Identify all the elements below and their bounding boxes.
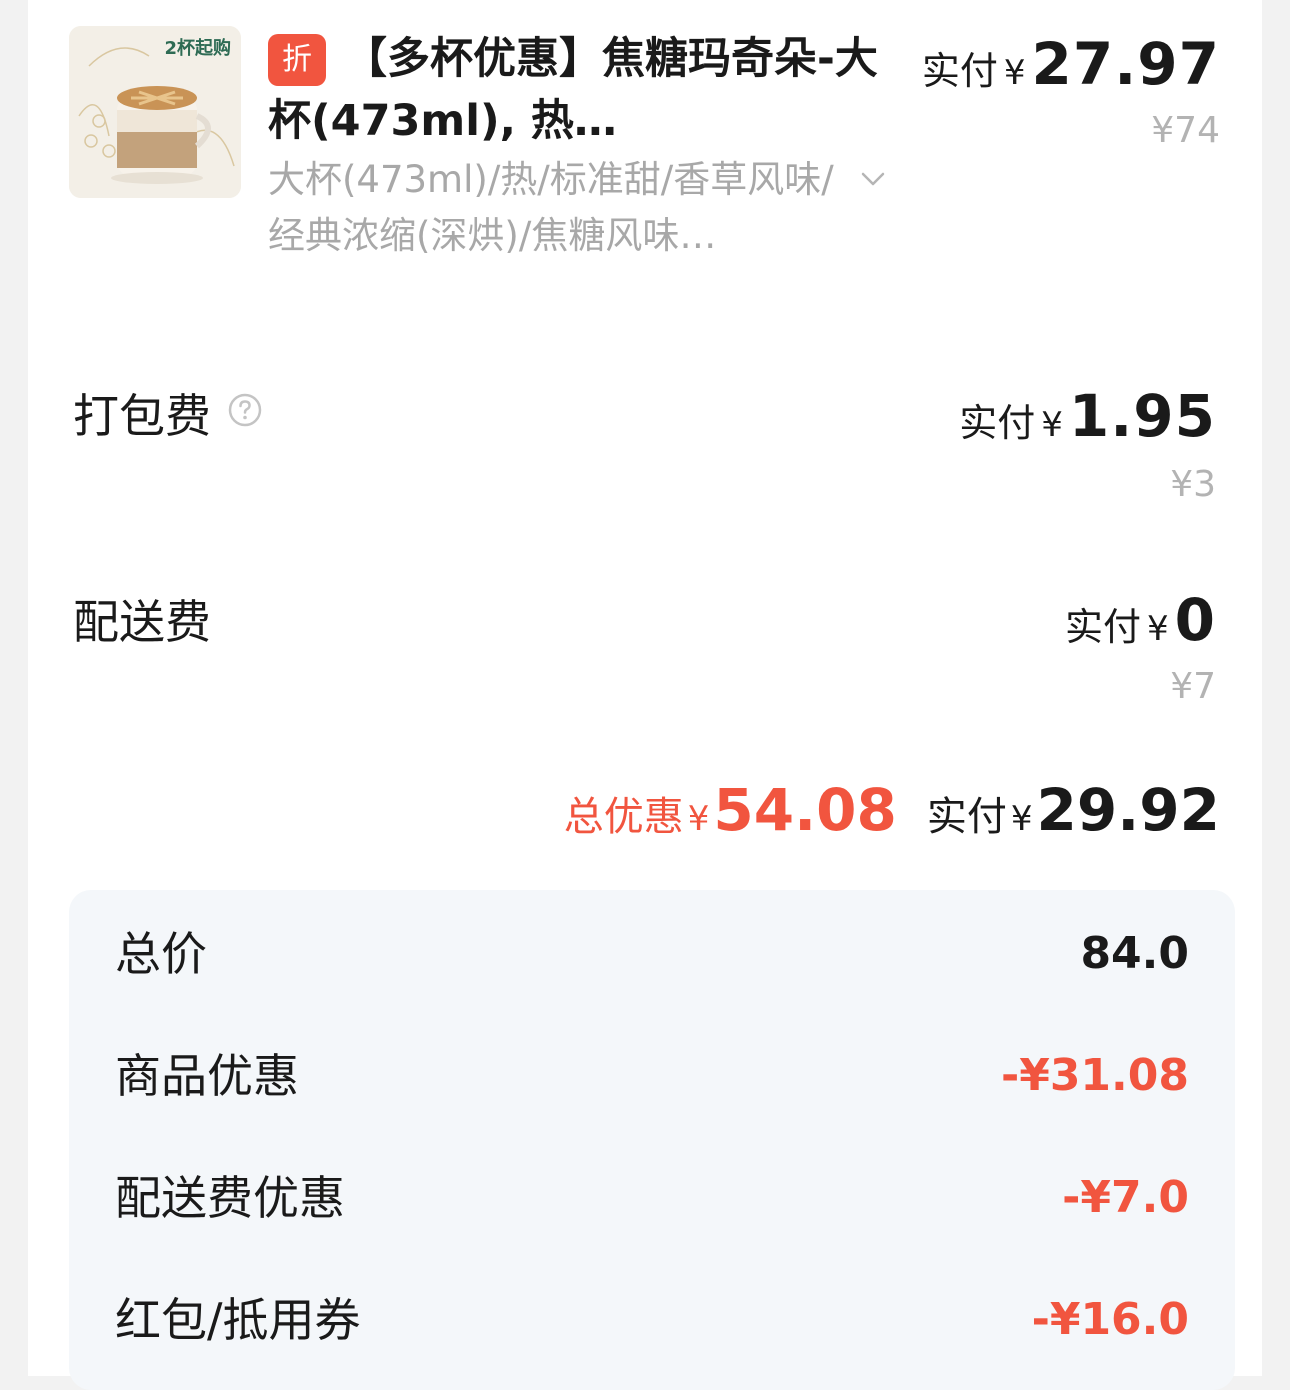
packing-fee-pay-row: 实付 ¥ 1.95 — [959, 382, 1216, 450]
delivery-fee-original-price: ¥7 — [1170, 666, 1216, 707]
currency-symbol: ¥ — [687, 799, 710, 839]
breakdown-label: 红包/抵用券 — [115, 1293, 361, 1347]
breakdown-row: 总价 84.0 — [115, 924, 1189, 984]
pay-label: 实付 — [1064, 605, 1141, 649]
order-summary: 总优惠 ¥ 54.08 实付 ¥ 29.92 — [564, 776, 1220, 844]
delivery-fee-pay-amount: 0 — [1174, 586, 1216, 654]
breakdown-label: 商品优惠 — [115, 1049, 299, 1103]
product-pay-row: 实付 ¥ 27.97 — [922, 30, 1220, 98]
chevron-down-icon[interactable] — [860, 166, 886, 192]
product-original-price: ¥74 — [1151, 110, 1220, 151]
total-discount-label: 总优惠 — [563, 794, 684, 840]
delivery-fee-pay-row: 实付 ¥ 0 — [1065, 586, 1216, 654]
min-purchase-badge: 2杯起购 — [164, 38, 231, 59]
breakdown-row: 配送费优惠 -¥7.0 — [115, 1168, 1189, 1228]
help-icon[interactable] — [227, 392, 263, 428]
breakdown-value: 84.0 — [1080, 928, 1189, 979]
price-breakdown: 总价 84.0 商品优惠 -¥31.08 配送费优惠 -¥7.0 红包/抵用券 … — [69, 890, 1235, 1390]
packing-fee-label: 打包费 — [73, 389, 211, 443]
delivery-fee-label: 配送费 — [73, 595, 211, 649]
breakdown-value: -¥16.0 — [1031, 1294, 1189, 1345]
packing-fee-original-price: ¥3 — [1170, 464, 1216, 505]
pay-label: 实付 — [959, 401, 1036, 445]
currency-symbol: ¥ — [1041, 405, 1063, 445]
breakdown-label: 总价 — [115, 927, 207, 981]
product-spec[interactable]: 大杯(473ml)/热/标准甜/香草风味/经典浓缩(深烘)/焦糖风味… — [268, 152, 848, 264]
total-pay-label: 实付 — [926, 794, 1007, 840]
breakdown-value: -¥31.08 — [1000, 1050, 1189, 1101]
product-image[interactable]: 2杯起购 — [69, 26, 241, 198]
total-pay-amount: 29.92 — [1036, 776, 1220, 844]
breakdown-row: 红包/抵用券 -¥16.0 — [115, 1290, 1189, 1350]
currency-symbol: ¥ — [1010, 799, 1033, 839]
breakdown-row: 商品优惠 -¥31.08 — [115, 1046, 1189, 1106]
pay-label: 实付 — [921, 49, 998, 93]
product-title[interactable]: 【多杯优惠】焦糖玛奇朵-大杯(473ml), 热… — [268, 28, 908, 152]
currency-symbol: ¥ — [1147, 609, 1169, 649]
order-detail-card: 2杯起购 【多杯优惠】焦糖玛奇朵-大杯(473ml), 热… 折 大杯(473m… — [28, 0, 1262, 1390]
breakdown-value: -¥7.0 — [1062, 1172, 1189, 1223]
breakdown-label: 配送费优惠 — [115, 1171, 345, 1225]
total-discount-amount: 54.08 — [713, 776, 897, 844]
currency-symbol: ¥ — [1003, 53, 1026, 93]
packing-fee-pay-amount: 1.95 — [1068, 382, 1216, 450]
discount-tag: 折 — [268, 34, 326, 86]
product-pay-amount: 27.97 — [1031, 30, 1220, 98]
